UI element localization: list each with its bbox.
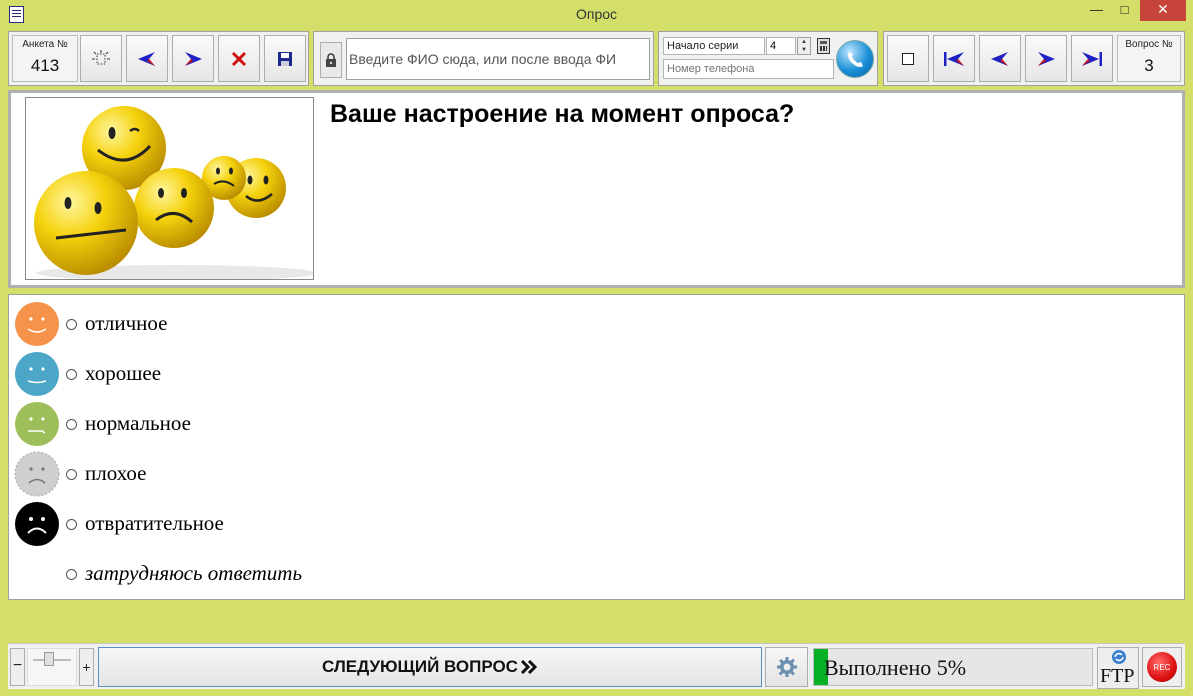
new-form-button[interactable] [80,35,122,82]
lock-icon [326,53,336,67]
awful-smiley-icon [15,502,59,546]
answer-option-awful[interactable]: отвратительное [9,497,609,546]
question-number-value: 3 [1144,56,1154,75]
spin-down-icon[interactable]: ▼ [798,46,810,54]
record-button[interactable]: REC [1142,647,1182,687]
window-title: Опрос [575,6,618,22]
ftp-label: FTP [1100,665,1135,687]
delete-icon [231,51,247,66]
prev-question-icon [991,51,1008,66]
question-nav-toolbar: Вопрос № 3 [883,31,1185,86]
answer-option-excellent[interactable]: отличное [9,297,609,346]
radio-normal[interactable] [66,419,77,430]
next-button-label: СЛЕДУЮЩИЙ ВОПРОС [322,657,518,676]
form-number-label: Анкета № [22,39,68,50]
stop-icon [902,52,914,65]
progress-bar: Выполнено 5% [813,648,1093,686]
radio-awful[interactable] [66,519,77,530]
next-question-icon [1038,51,1055,66]
question-number-label: Вопрос № [1125,39,1173,50]
prev-form-icon [138,51,155,66]
settings-button[interactable] [765,647,808,687]
bottom-bar: − + СЛЕДУЮЩИЙ ВОПРОС Выполнено 5% FTP RE… [8,643,1185,689]
rec-label: REC [1153,662,1171,672]
title-bar: Опрос — □ ✕ [0,0,1193,30]
zoom-out-button[interactable]: − [10,648,25,686]
stop-button[interactable] [887,35,929,82]
question-text: Ваше настроение на момент опроса? [330,100,795,128]
form-number-value: 413 [30,56,60,75]
maximize-button[interactable]: □ [1111,0,1138,21]
delete-form-button[interactable] [218,35,260,82]
radio-excellent[interactable] [66,319,77,330]
answer-label[interactable]: плохое [85,461,146,486]
bad-smiley-icon [14,451,60,497]
series-toolbar: Начало серии 4 ▲ ▼ [658,31,878,86]
normal-smiley-icon [15,402,59,446]
answer-option-bad[interactable]: плохое [9,447,609,497]
answer-label[interactable]: отвратительное [85,511,224,536]
first-question-icon [944,51,964,66]
excellent-smiley-icon [15,302,59,346]
form-counter: Анкета № 413 [12,35,78,82]
form-toolbar: Анкета № 413 [8,31,309,86]
answers-list: отличное хорошее нормальное плохое отвра… [8,294,1185,600]
double-chevron-right-icon [520,660,538,674]
answer-label[interactable]: затрудняюсь ответить [85,561,302,586]
next-form-icon [185,51,202,66]
next-question-button[interactable] [1025,35,1067,82]
zoom-slider[interactable] [27,648,77,686]
progress-label: Выполнено 5% [824,655,967,680]
zoom-slider-thumb[interactable] [44,652,54,666]
radio-hard-to-say[interactable] [66,569,77,580]
close-icon: ✕ [1157,1,1169,17]
minimize-icon: — [1090,2,1103,17]
first-question-button[interactable] [933,35,975,82]
phone-number-input[interactable] [663,59,834,79]
answer-option-good[interactable]: хорошее [9,347,609,396]
prev-question-button[interactable] [979,35,1021,82]
answer-label[interactable]: нормальное [85,411,191,436]
minimize-button[interactable]: — [1083,0,1110,21]
respondent-name-toolbar [313,31,654,86]
maximize-icon: □ [1120,2,1129,17]
question-panel: Ваше настроение на момент опроса? [8,90,1185,288]
lock-button[interactable] [320,42,342,78]
sync-icon [1112,650,1126,664]
radio-bad[interactable] [66,469,77,480]
phone-call-button[interactable] [836,40,874,78]
series-start-input[interactable]: 4 [766,37,796,55]
calculator-icon[interactable] [817,38,830,54]
answer-option-normal[interactable]: нормальное [9,397,609,446]
last-question-icon [1082,51,1102,66]
respondent-name-input[interactable] [346,38,650,80]
record-icon: REC [1147,652,1177,682]
series-start-spinner[interactable]: ▲ ▼ [797,37,811,55]
answer-label[interactable]: отличное [85,311,167,336]
spin-up-icon[interactable]: ▲ [798,38,810,46]
answer-label[interactable]: хорошее [85,361,161,386]
prev-form-button[interactable] [126,35,168,82]
smiley-faces-image [25,97,314,280]
answer-option-hard-to-say[interactable]: затрудняюсь ответить [9,547,609,595]
phone-call-icon [848,52,863,67]
series-start-label: Начало серии [663,37,765,55]
new-form-icon [92,49,110,64]
next-form-button[interactable] [172,35,214,82]
save-form-button[interactable] [264,35,306,82]
save-icon [278,51,292,66]
close-window-button[interactable]: ✕ [1140,0,1186,21]
question-counter: Вопрос № 3 [1117,35,1181,82]
last-question-button[interactable] [1071,35,1113,82]
zoom-in-button[interactable]: + [79,648,94,686]
ftp-button[interactable]: FTP [1097,647,1139,689]
good-smiley-icon [15,352,59,396]
gear-icon [776,657,797,677]
radio-good[interactable] [66,369,77,380]
next-question-main-button[interactable]: СЛЕДУЮЩИЙ ВОПРОС [98,647,762,687]
